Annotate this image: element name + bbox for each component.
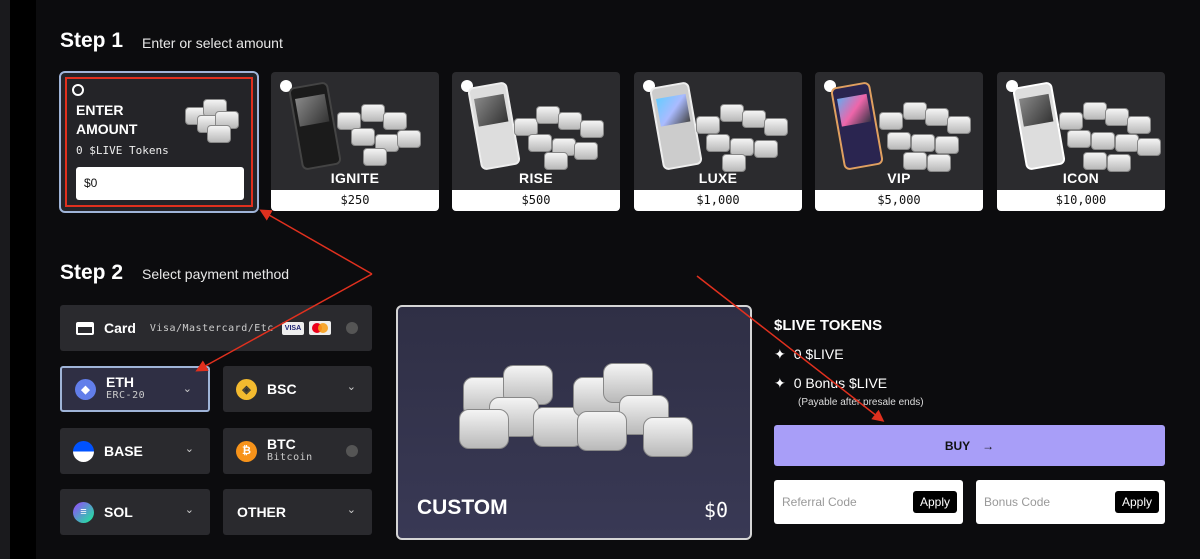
payment-other[interactable]: OTHER ⌄: [223, 489, 372, 535]
binance-icon: ◈: [236, 378, 257, 400]
phone-image: [830, 81, 884, 171]
referral-code-field[interactable]: Referral Code Apply: [774, 480, 963, 524]
summary-bonus: ✦ 0 Bonus $LIVE: [774, 375, 888, 391]
package-price: $1,000: [634, 190, 802, 211]
payment-card-label: Card: [104, 320, 136, 336]
package-name: LUXE: [698, 170, 738, 186]
buy-button[interactable]: BUY →: [774, 425, 1165, 466]
payment-eth-sub: ERC-20: [106, 390, 146, 401]
referral-code-placeholder: Referral Code: [782, 495, 857, 509]
payment-base-label: BASE: [104, 443, 143, 459]
step1-subtitle: Enter or select amount: [142, 35, 283, 51]
summary-tokens: ✦ 0 $LIVE: [774, 346, 844, 362]
solana-icon: ≡: [73, 501, 94, 523]
token-stack-icon: [207, 125, 231, 143]
chevron-down-icon[interactable]: ⌄: [185, 503, 194, 516]
ethereum-icon: ◆: [75, 378, 96, 400]
payment-eth[interactable]: ◆ ETH ERC-20 ⌄: [60, 366, 210, 412]
bonus-code-field[interactable]: Bonus Code Apply: [976, 480, 1165, 524]
package-price: $10,000: [997, 190, 1165, 211]
mastercard-icon: [309, 321, 332, 335]
visa-icon: VISA: [281, 321, 305, 335]
step2-subtitle: Select payment method: [142, 266, 290, 282]
bonus-code-placeholder: Bonus Code: [984, 495, 1051, 509]
package-card-vip[interactable]: VIP $5,000: [815, 72, 983, 211]
payment-card[interactable]: Card Visa/Mastercard/Etc VISA: [60, 305, 372, 351]
amount-input[interactable]: [76, 167, 244, 200]
payment-base[interactable]: BASE ⌄: [60, 428, 210, 474]
enter-amount-title: ENTER AMOUNT: [76, 102, 138, 137]
phone-image: [649, 81, 703, 171]
payment-btc-radio[interactable]: [346, 445, 358, 457]
payment-bsc-label: BSC: [267, 381, 297, 397]
payment-card-sub: Visa/Mastercard/Etc: [149, 322, 274, 334]
custom-package-value: $0: [703, 498, 728, 522]
package-price: $5,000: [815, 190, 983, 211]
payment-sol[interactable]: ≡ SOL ⌄: [60, 489, 210, 535]
package-price: $250: [271, 190, 439, 211]
chevron-down-icon[interactable]: ⌄: [185, 442, 194, 455]
payment-btc-label: BTC: [267, 436, 296, 452]
apply-referral-button[interactable]: Apply: [912, 491, 957, 513]
custom-package-name: CUSTOM: [417, 496, 508, 519]
payment-btc-sub: Bitcoin: [267, 452, 313, 463]
summary-title: $LIVE TOKENS: [774, 317, 883, 334]
chevron-down-icon[interactable]: ⌄: [183, 382, 192, 395]
payment-bsc[interactable]: ◈ BSC ⌄: [223, 366, 372, 412]
package-card-ignite[interactable]: IGNITE $250: [271, 72, 439, 211]
phone-image: [467, 81, 521, 171]
package-name: IGNITE: [330, 170, 380, 186]
step2-title: Step 2: [60, 261, 124, 284]
enter-amount-card[interactable]: ENTER AMOUNT 0 $LIVE Tokens: [59, 71, 259, 213]
enter-amount-tokens: 0 $LIVE Tokens: [76, 144, 169, 157]
chevron-down-icon[interactable]: ⌄: [347, 503, 356, 516]
payment-card-radio[interactable]: [346, 322, 358, 334]
sparkle-icon: ✦: [774, 346, 786, 362]
phone-image: [1012, 81, 1066, 171]
credit-card-icon: [76, 321, 94, 335]
custom-package-card: CUSTOM $0: [396, 305, 752, 540]
package-card-luxe[interactable]: LUXE $1,000: [634, 72, 802, 211]
summary-note: (Payable after presale ends): [798, 397, 924, 408]
token-stack-image: [453, 357, 703, 467]
bitcoin-icon: ₿: [236, 440, 257, 462]
step1-title: Step 1: [60, 29, 124, 52]
phone-image: [288, 81, 342, 171]
payment-btc[interactable]: ₿ BTC Bitcoin: [223, 428, 372, 474]
chevron-down-icon[interactable]: ⌄: [347, 380, 356, 393]
apply-bonus-button[interactable]: Apply: [1114, 491, 1159, 513]
payment-other-label: OTHER: [237, 504, 286, 520]
payment-sol-label: SOL: [104, 504, 133, 520]
sparkle-icon: ✦: [774, 375, 786, 391]
base-icon: [73, 440, 94, 462]
left-gutter: [0, 0, 10, 559]
enter-amount-highlight: ENTER AMOUNT 0 $LIVE Tokens: [65, 77, 253, 207]
package-name: ICON: [1062, 170, 1100, 186]
package-name: RISE: [519, 170, 553, 186]
payment-eth-label: ETH: [106, 374, 134, 390]
package-price: $500: [452, 190, 620, 211]
package-card-icon[interactable]: ICON $10,000: [997, 72, 1165, 211]
arrow-right-icon: →: [982, 438, 995, 453]
package-name: VIP: [887, 170, 911, 186]
enter-amount-radio[interactable]: [72, 84, 84, 96]
package-card-rise[interactable]: RISE $500: [452, 72, 620, 211]
